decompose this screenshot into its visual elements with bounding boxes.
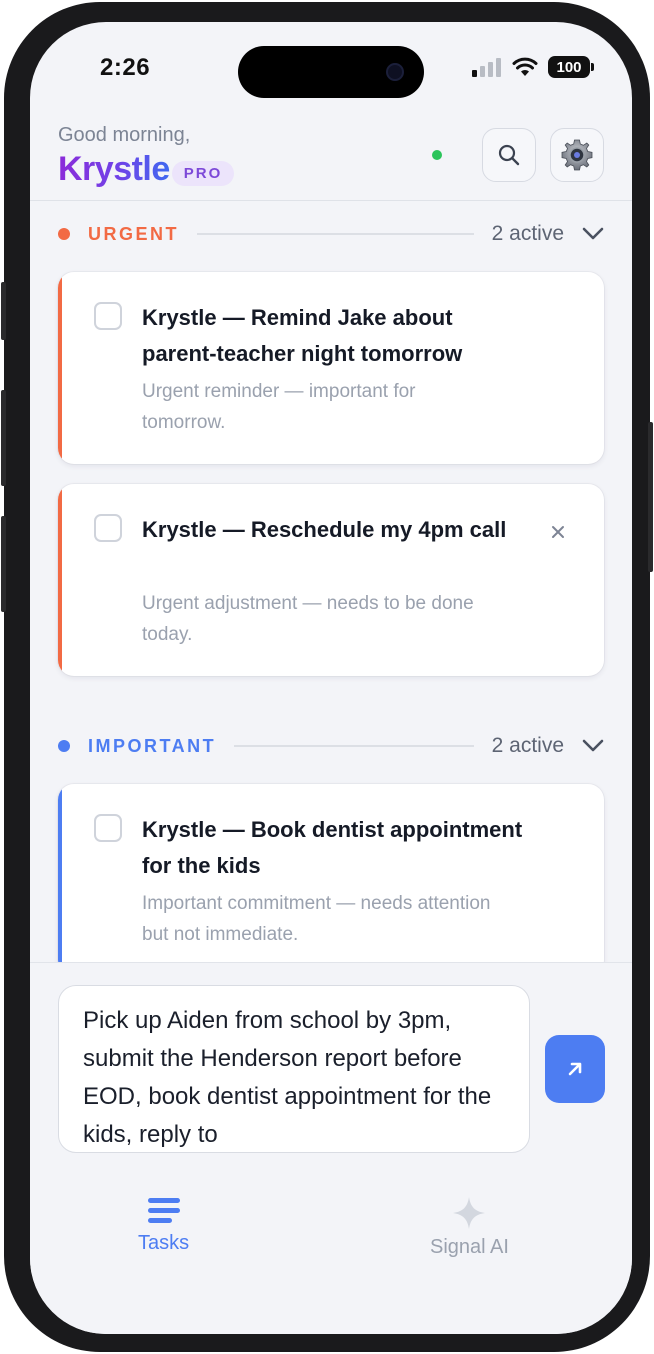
gear-icon bbox=[561, 139, 593, 171]
search-button[interactable] bbox=[482, 128, 536, 182]
power-button bbox=[648, 422, 653, 572]
camera-icon bbox=[386, 63, 404, 81]
urgent-accent-bar bbox=[58, 272, 62, 464]
send-button[interactable] bbox=[545, 1035, 605, 1103]
task-description: Urgent adjustment — needs to be done tod… bbox=[142, 593, 474, 645]
task-description: Important commitment — needs attention b… bbox=[142, 893, 491, 945]
list-icon bbox=[147, 1198, 180, 1223]
close-icon bbox=[552, 526, 564, 538]
chevron-down-icon[interactable] bbox=[580, 221, 606, 247]
status-icons: 100 bbox=[472, 56, 594, 78]
section-title-urgent: URGENT bbox=[88, 223, 179, 244]
task-checkbox[interactable] bbox=[94, 302, 122, 330]
section-rule bbox=[234, 745, 474, 747]
urgent-dot bbox=[58, 228, 70, 240]
task-card[interactable]: Krystle — Remind Jake about parent-teach… bbox=[58, 272, 604, 464]
battery-level: 100 bbox=[556, 58, 582, 76]
task-card[interactable]: Krystle — Reschedule my 4pm call Urgent … bbox=[58, 484, 604, 676]
wifi-icon bbox=[512, 57, 538, 76]
task-title: Krystle — Book dentist appointment for t… bbox=[142, 817, 523, 878]
section-count-urgent: 2 active bbox=[491, 222, 564, 245]
task-card[interactable]: Krystle — Book dentist appointment for t… bbox=[58, 784, 604, 976]
action-button bbox=[1, 282, 6, 340]
urgent-accent-bar bbox=[58, 484, 62, 676]
section-rule bbox=[197, 233, 474, 235]
sparkle-icon bbox=[453, 1197, 486, 1229]
search-icon bbox=[498, 144, 520, 166]
greeting-text: Good morning, bbox=[58, 124, 191, 146]
settings-button[interactable] bbox=[550, 128, 604, 182]
tab-label-tasks: Tasks bbox=[138, 1232, 190, 1254]
tab-tasks[interactable]: Tasks bbox=[138, 1196, 189, 1255]
phone-frame: 2:26 100 Good morning, Krystle PRO URGEN… bbox=[1, 2, 653, 1352]
section-header-important[interactable]: IMPORTANT 2 active bbox=[58, 732, 606, 760]
task-title: Krystle — Remind Jake about parent-teach… bbox=[142, 305, 463, 366]
section-count-important: 2 active bbox=[491, 734, 564, 757]
tab-label-signal-ai: Signal AI bbox=[430, 1236, 509, 1258]
composer-bar: Pick up Aiden from school by 3pm, submit… bbox=[30, 962, 632, 1153]
task-description: Urgent reminder — important for tomorrow… bbox=[142, 381, 416, 433]
important-dot bbox=[58, 740, 70, 752]
user-brand: Krystle PRO bbox=[58, 150, 235, 189]
task-title: Krystle — Reschedule my 4pm call bbox=[142, 517, 507, 542]
tab-bar: Tasks Signal AI bbox=[30, 1162, 632, 1334]
section-header-urgent[interactable]: URGENT 2 active bbox=[58, 220, 606, 248]
user-name: Krystle bbox=[58, 150, 170, 188]
task-input[interactable]: Pick up Aiden from school by 3pm, submit… bbox=[58, 985, 530, 1153]
header-divider bbox=[30, 200, 632, 201]
tab-signal-ai[interactable]: Signal AI bbox=[430, 1196, 509, 1259]
online-status-dot bbox=[432, 150, 442, 160]
task-input-text: Pick up Aiden from school by 3pm, submit… bbox=[83, 1007, 492, 1148]
battery-icon: 100 bbox=[548, 56, 594, 78]
volume-up-button bbox=[1, 390, 6, 486]
pro-badge: PRO bbox=[171, 161, 235, 186]
chevron-down-icon[interactable] bbox=[580, 733, 606, 759]
status-time: 2:26 bbox=[100, 54, 151, 81]
task-checkbox[interactable] bbox=[94, 814, 122, 842]
task-checkbox[interactable] bbox=[94, 514, 122, 542]
dynamic-island bbox=[238, 46, 424, 98]
cellular-signal-icon bbox=[472, 58, 501, 77]
section-title-important: IMPORTANT bbox=[88, 735, 217, 756]
important-accent-bar bbox=[58, 784, 62, 976]
arrow-up-right-icon bbox=[568, 1062, 582, 1076]
volume-down-button bbox=[1, 516, 6, 612]
dismiss-button[interactable] bbox=[548, 522, 568, 542]
app-screen: 2:26 100 Good morning, Krystle PRO URGEN… bbox=[30, 22, 632, 1334]
